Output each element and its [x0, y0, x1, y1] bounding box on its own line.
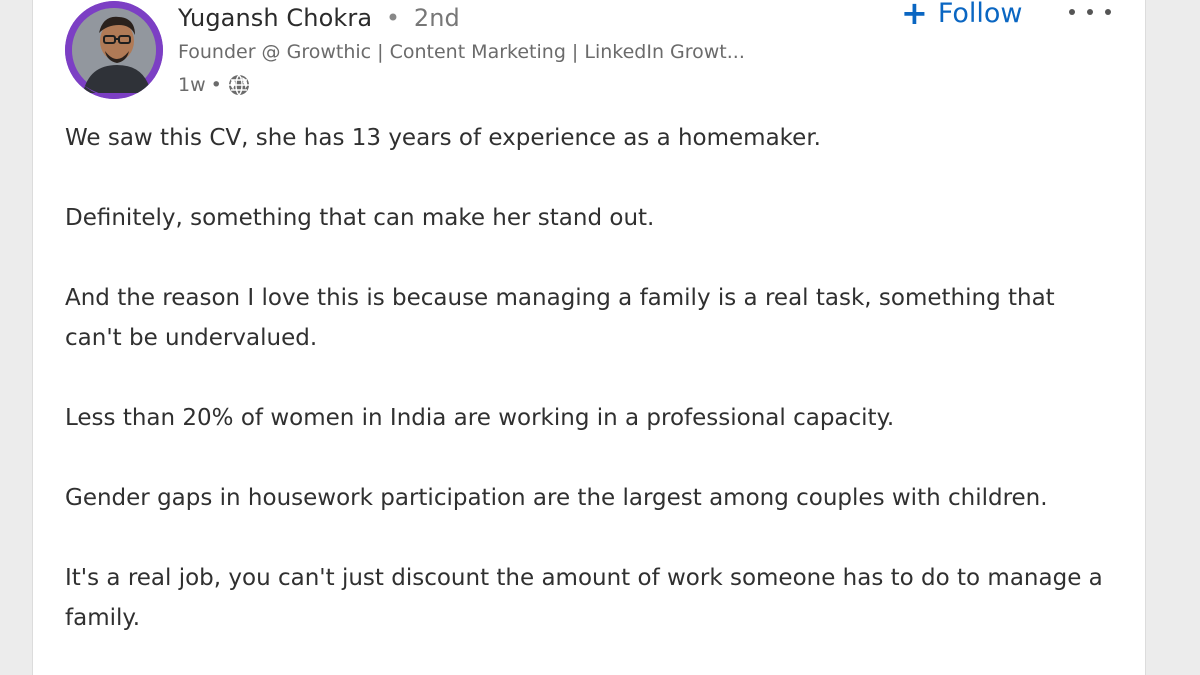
page: Yugansh Chokra • 2nd Founder @ Growthic … [0, 0, 1200, 675]
globe-icon [227, 73, 251, 97]
post-paragraph: We saw this CV, she has 13 years of expe… [65, 125, 821, 151]
more-dot [1087, 9, 1093, 15]
author-name-line[interactable]: Yugansh Chokra • 2nd [178, 4, 460, 32]
post-paragraph: Definitely, something that can make her … [65, 205, 655, 231]
author-name[interactable]: Yugansh Chokra [178, 4, 372, 32]
more-options-icon[interactable] [1069, 2, 1111, 22]
follow-label: Follow [937, 0, 1023, 29]
author-headline: Founder @ Growthic | Content Marketing |… [178, 41, 745, 63]
post-meta: 1w • [178, 73, 251, 97]
connection-degree: 2nd [413, 4, 460, 32]
more-dot [1069, 9, 1075, 15]
more-dot [1105, 9, 1111, 15]
follow-button[interactable]: + Follow [901, 0, 1023, 32]
post-paragraph: Gender gaps in housework participation a… [65, 485, 1048, 511]
post-time: 1w [178, 74, 206, 96]
plus-icon: + [901, 0, 928, 32]
post-paragraph: It's a real job, you can't just discount… [65, 565, 1103, 631]
post-paragraph: Less than 20% of women in India are work… [65, 405, 895, 431]
post-body: We saw this CV, she has 13 years of expe… [65, 118, 1105, 675]
avatar-photo [65, 1, 163, 99]
name-degree-separator: • [385, 4, 401, 32]
post-card: Yugansh Chokra • 2nd Founder @ Growthic … [32, 0, 1146, 675]
time-separator: • [210, 74, 222, 96]
post-paragraph: And the reason I love this is because ma… [65, 285, 1055, 351]
avatar[interactable] [65, 1, 163, 99]
